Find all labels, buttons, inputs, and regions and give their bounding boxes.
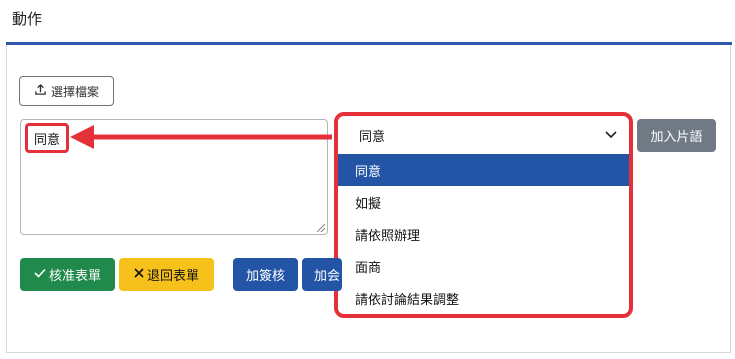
choose-file-button[interactable]: 選擇檔案 (19, 76, 114, 106)
phrase-option[interactable]: 請依照辦理 (338, 218, 629, 250)
panel-title: 動作 (12, 10, 43, 28)
approve-form-label: 核准表單 (48, 269, 101, 284)
close-icon (134, 267, 144, 282)
return-form-button[interactable]: 退回表單 (119, 258, 214, 291)
choose-file-label: 選擇檔案 (50, 84, 99, 99)
add-cosign-button[interactable]: 加会 (302, 258, 342, 291)
chevron-down-icon (605, 128, 617, 142)
return-form-label: 退回表單 (146, 269, 199, 284)
phrase-option[interactable]: 請依討論結果調整 (338, 282, 629, 314)
resize-grip-icon[interactable] (317, 224, 325, 232)
phrase-option[interactable]: 面商 (338, 250, 629, 282)
approve-form-button[interactable]: 核准表單 (20, 258, 115, 291)
phrase-option[interactable]: 如擬 (338, 186, 629, 218)
arrow-left-icon (70, 125, 332, 149)
add-signer-button[interactable]: 加簽核 (233, 258, 298, 291)
phrase-select-value: 同意 (359, 129, 386, 145)
check-icon (34, 267, 46, 282)
phrase-select[interactable]: 同意 (338, 116, 629, 154)
textarea-value: 同意 (25, 123, 69, 153)
phrase-select-dropdown: 同意 同意 如擬 請依照辦理 面商 請依討論結果調整 (334, 112, 633, 318)
upload-icon (34, 83, 47, 99)
add-phrase-button[interactable]: 加入片語 (637, 119, 716, 152)
phrase-option[interactable]: 同意 (338, 154, 629, 186)
